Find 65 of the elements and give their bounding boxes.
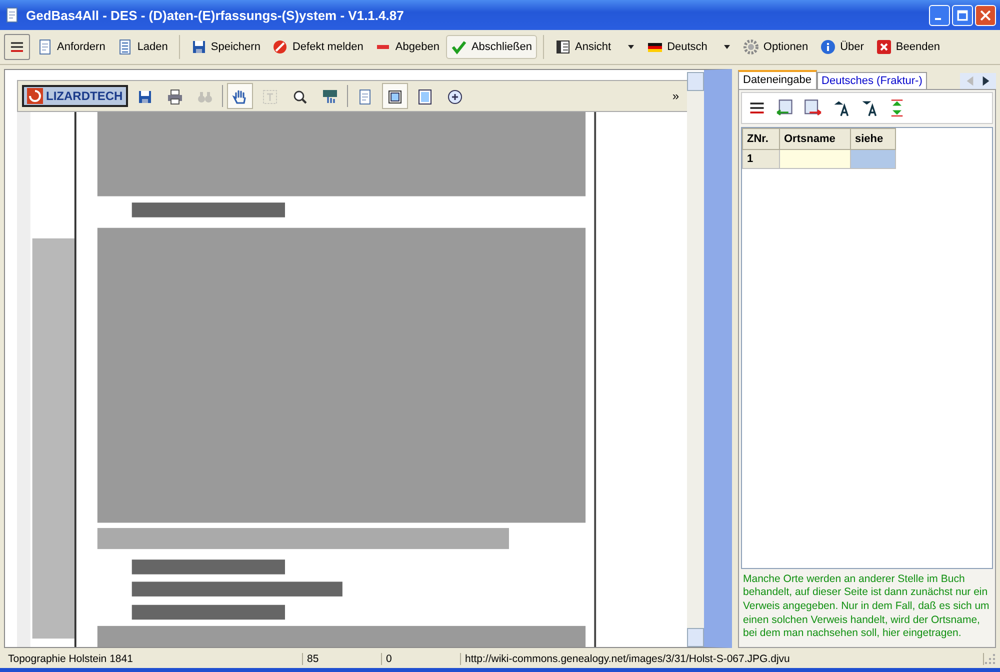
maximize-button[interactable] (952, 4, 973, 26)
toolbar-button[interactable]: Abschließen (446, 35, 537, 59)
toolbar-button[interactable]: Über (815, 35, 869, 59)
toolbar-button[interactable]: Beenden (870, 35, 945, 59)
minimize-icon (935, 18, 941, 20)
table-cell[interactable] (780, 150, 850, 168)
column-header[interactable]: siehe (850, 128, 896, 150)
resize-grip-icon[interactable] (984, 653, 996, 665)
insert-left-icon (776, 99, 794, 117)
toolbar-button[interactable]: Abgeben (370, 35, 444, 59)
viewer-tool-button[interactable] (382, 83, 408, 109)
caret-icon (723, 43, 732, 51)
close-icon (876, 39, 892, 55)
toolbar-button[interactable]: Speichern (186, 35, 266, 59)
printer-icon (166, 88, 183, 106)
viewer-tool-button[interactable] (226, 83, 253, 109)
overflow-chevron[interactable]: » (668, 89, 683, 103)
stop-icon (272, 39, 288, 55)
insert-right-icon (804, 99, 822, 117)
swirl-icon (27, 88, 43, 104)
text-select-icon (262, 88, 278, 106)
column-header[interactable]: Ortsname (780, 128, 850, 150)
menu-button[interactable]: Deutsch (642, 35, 736, 59)
column-header[interactable]: ZNr. (742, 128, 780, 150)
maximize-icon (957, 10, 968, 20)
page-icon (4, 7, 20, 23)
caret-icon (627, 43, 636, 51)
save-icon (136, 88, 153, 106)
vertical-scrollbar[interactable] (687, 72, 704, 647)
page-frame-icon (386, 88, 403, 106)
info-icon (820, 39, 836, 55)
status-field: 85 (303, 653, 382, 665)
text-toggle-button[interactable] (4, 34, 30, 60)
status-field: 0 (382, 653, 461, 665)
help-text: Manche Orte werden an anderer Stelle im Buch behandelt, auf dieser Seite ist dann zunächst nur ein Verweis angegeben. Nur in dem Fall, daß es sich um einen solchen Verweis handelt, wird der Ortsname, bei dem man nachsehen soll, hier eingetragen. (742, 572, 990, 642)
row-header: 1 (742, 150, 780, 168)
hand-icon (232, 88, 248, 106)
tab[interactable]: Deutsches (Fraktur-) (816, 72, 928, 89)
menu-button[interactable]: Ansicht (550, 35, 640, 59)
logo-text: LIZARDTECH (46, 89, 123, 103)
move-up-icon (832, 99, 850, 117)
toolbar-button[interactable]: Laden (112, 35, 173, 59)
page-icon (356, 88, 373, 106)
tab-scroll-buttons[interactable] (960, 73, 996, 89)
checkmark-icon (451, 39, 468, 55)
page-icon (416, 88, 433, 106)
toolbar-button[interactable]: Defekt melden (267, 35, 368, 59)
zoom-in-icon (446, 88, 463, 106)
save-icon (190, 39, 207, 55)
tab[interactable]: Dateneingabe (738, 70, 817, 89)
close-icon (980, 10, 991, 20)
status-field: http://wiki-commons.genealogy.net/images/3/31/Holst-S-067.JPG.djvu (461, 653, 984, 665)
settings-icon (743, 39, 760, 55)
toolbar-button[interactable]: Anfordern (32, 35, 110, 59)
page-icon (37, 39, 53, 55)
window-title: GedBas4All - DES - (D)aten-(E)rfassungs-(S)ystem - V1.1.4.87 (26, 8, 405, 22)
table-cell[interactable] (850, 150, 896, 168)
columns-icon (554, 39, 571, 55)
minimize-button[interactable] (929, 4, 950, 26)
toolbar-button[interactable]: Optionen (738, 35, 814, 59)
close-button[interactable] (975, 4, 996, 26)
move-down-icon (860, 99, 878, 117)
zoom-icon (292, 88, 308, 106)
document-icon (117, 39, 134, 55)
status-field: Topographie Holstein 1841 (4, 653, 303, 665)
